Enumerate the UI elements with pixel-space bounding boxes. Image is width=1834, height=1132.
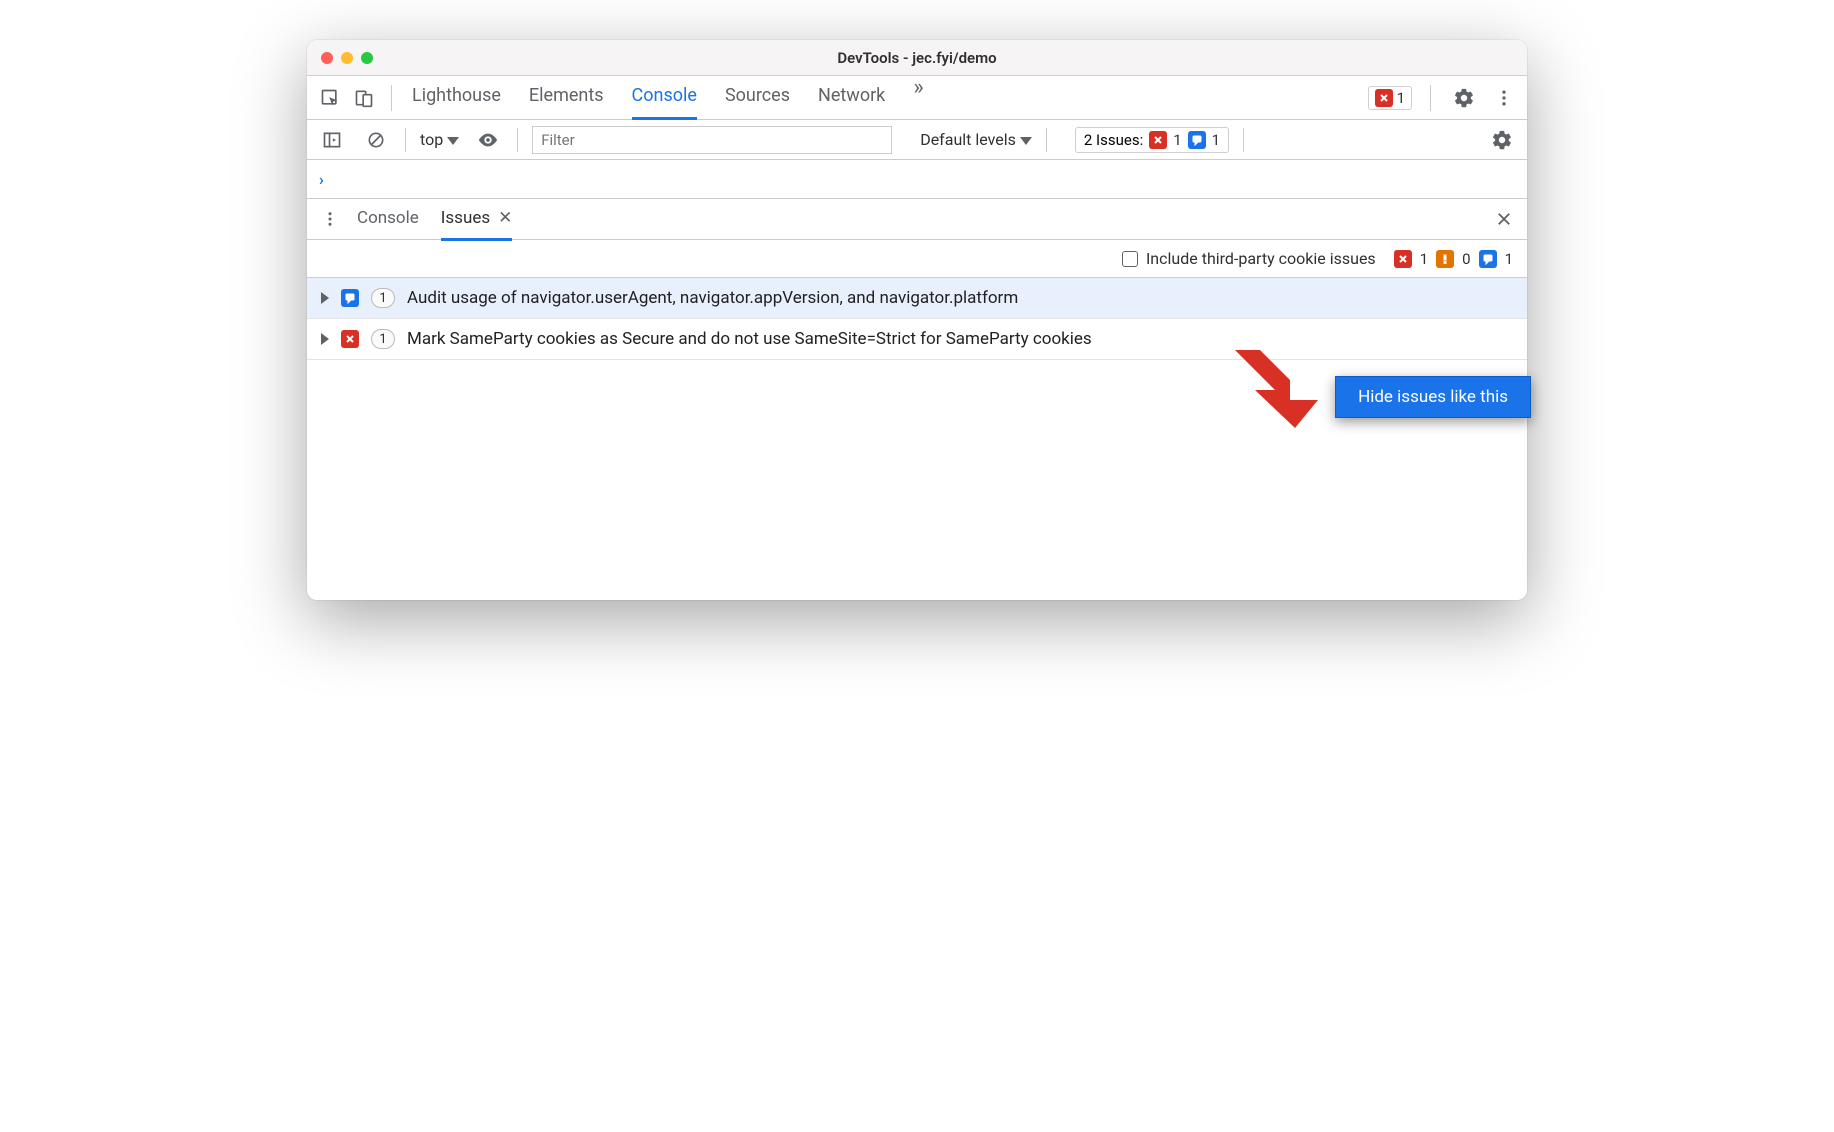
live-expression-icon[interactable] <box>473 125 503 155</box>
context-selector[interactable]: top <box>420 130 459 149</box>
warning-icon <box>1436 250 1454 268</box>
traffic-lights <box>307 52 373 64</box>
expand-icon[interactable] <box>321 292 329 304</box>
device-toolbar-icon[interactable] <box>349 83 379 113</box>
console-input-area[interactable]: › <box>307 160 1527 198</box>
filter-input[interactable] <box>532 126 892 154</box>
issues-toolbar: Include third-party cookie issues 1 0 1 <box>307 240 1527 278</box>
issues-info-count: 1 <box>1212 131 1220 149</box>
info-count: 1 <box>1505 250 1513 268</box>
tabbar-error-badge[interactable]: 1 <box>1368 86 1412 110</box>
issue-row[interactable]: 1 Mark SameParty cookies as Secure and d… <box>307 319 1527 360</box>
tab-console[interactable]: Console <box>632 75 697 120</box>
issues-counts: 1 0 1 <box>1394 250 1513 268</box>
window-title: DevTools - jec.fyi/demo <box>307 49 1527 67</box>
console-settings-icon[interactable] <box>1487 125 1517 155</box>
error-icon <box>1375 89 1393 107</box>
tabbar-divider <box>391 85 392 111</box>
issues-error-count: 1 <box>1173 131 1181 149</box>
toolbar-divider <box>517 128 518 152</box>
tab-lighthouse[interactable]: Lighthouse <box>412 75 501 120</box>
clear-console-icon[interactable] <box>361 125 391 155</box>
devtools-window: DevTools - jec.fyi/demo Lighthouse Eleme… <box>307 40 1527 600</box>
tabbar-right: 1 <box>1368 83 1519 113</box>
issues-label: 2 Issues: <box>1084 131 1143 149</box>
drawer-tabs: Console Issues ✕ <box>357 198 512 241</box>
error-icon <box>1394 250 1412 268</box>
drawer-tab-issues[interactable]: Issues ✕ <box>441 198 513 241</box>
warning-count: 0 <box>1462 250 1470 268</box>
drawer-kebab-icon[interactable] <box>315 204 345 234</box>
info-icon <box>1188 131 1206 149</box>
window-titlebar: DevTools - jec.fyi/demo <box>307 40 1527 76</box>
close-drawer-icon[interactable] <box>1489 204 1519 234</box>
error-icon <box>1149 131 1167 149</box>
info-icon <box>1479 250 1497 268</box>
tab-sources[interactable]: Sources <box>725 75 790 120</box>
chevron-down-icon <box>1020 130 1032 149</box>
checkbox-icon[interactable] <box>1122 251 1138 267</box>
context-menu-item-hide[interactable]: Hide issues like this <box>1335 376 1531 418</box>
console-toolbar: top Default levels 2 Issues: 1 1 <box>307 120 1527 160</box>
log-levels-selector[interactable]: Default levels <box>920 130 1032 149</box>
tabbar-divider <box>1430 85 1431 111</box>
info-icon <box>341 289 359 307</box>
main-tabbar: Lighthouse Elements Console Sources Netw… <box>307 76 1527 120</box>
context-label: top <box>420 130 443 149</box>
console-filter <box>532 126 892 154</box>
toolbar-divider <box>1243 128 1244 152</box>
tab-network[interactable]: Network <box>818 75 885 120</box>
close-window-icon[interactable] <box>321 52 333 64</box>
chevron-down-icon <box>447 130 459 149</box>
drawer-header: Console Issues ✕ <box>307 198 1527 240</box>
toolbar-divider <box>1046 128 1047 152</box>
include-third-party[interactable]: Include third-party cookie issues <box>1122 249 1376 268</box>
issue-row[interactable]: 1 Audit usage of navigator.userAgent, na… <box>307 278 1527 319</box>
levels-label: Default levels <box>920 130 1016 149</box>
more-tabs-icon[interactable]: » <box>913 75 923 120</box>
expand-icon[interactable] <box>321 333 329 345</box>
error-count: 1 <box>1397 89 1405 107</box>
kebab-menu-icon[interactable] <box>1489 83 1519 113</box>
issue-title: Audit usage of navigator.userAgent, navi… <box>407 288 1513 308</box>
console-prompt-icon: › <box>319 170 324 189</box>
issue-count-pill: 1 <box>371 329 395 349</box>
issues-indicator[interactable]: 2 Issues: 1 1 <box>1075 127 1229 153</box>
main-tabs: Lighthouse Elements Console Sources Netw… <box>412 75 1364 120</box>
toolbar-divider <box>405 128 406 152</box>
drawer-tab-console[interactable]: Console <box>357 198 419 241</box>
sidebar-toggle-icon[interactable] <box>317 125 347 155</box>
error-icon <box>341 330 359 348</box>
minimize-window-icon[interactable] <box>341 52 353 64</box>
drawer-tab-label: Console <box>357 198 419 238</box>
tab-elements[interactable]: Elements <box>529 75 604 120</box>
drawer-tab-label: Issues <box>441 198 490 238</box>
issue-title: Mark SameParty cookies as Secure and do … <box>407 329 1513 349</box>
issue-count-pill: 1 <box>371 288 395 308</box>
inspect-element-icon[interactable] <box>315 83 345 113</box>
maximize-window-icon[interactable] <box>361 52 373 64</box>
close-tab-icon[interactable]: ✕ <box>498 198 512 238</box>
include-label: Include third-party cookie issues <box>1146 249 1376 268</box>
error-count: 1 <box>1420 250 1428 268</box>
settings-icon[interactable] <box>1449 83 1479 113</box>
